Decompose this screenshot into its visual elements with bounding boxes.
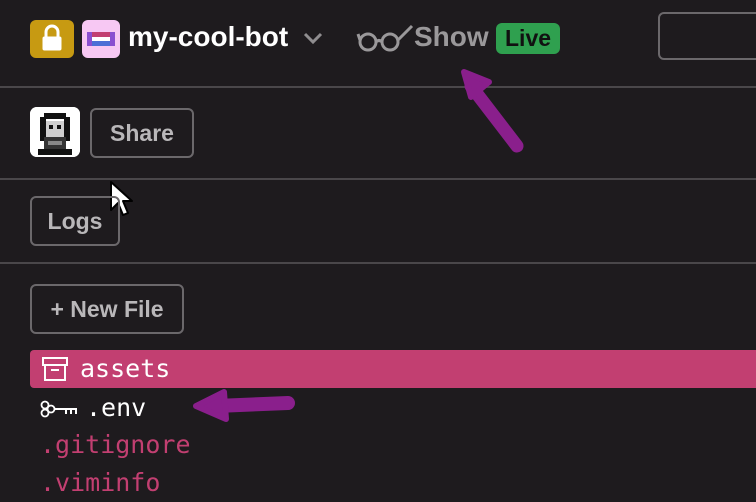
share-button[interactable]: Share xyxy=(90,108,194,158)
divider xyxy=(0,86,756,88)
show-button[interactable]: Show xyxy=(414,20,489,54)
archive-icon xyxy=(42,357,68,381)
glasses-icon[interactable] xyxy=(356,20,414,54)
user-pixel-avatar-icon xyxy=(30,107,80,157)
live-status-badge: Live xyxy=(496,23,561,54)
file-name: .gitignore xyxy=(40,430,191,459)
new-file-button[interactable]: + New File xyxy=(30,284,184,334)
file-item-assets[interactable]: assets xyxy=(30,350,756,388)
search-input[interactable] xyxy=(658,12,756,60)
project-name[interactable]: my-cool-bot xyxy=(128,20,288,54)
file-name: .env xyxy=(86,393,147,422)
logs-button[interactable]: Logs xyxy=(30,196,120,246)
file-name: .viminfo xyxy=(40,468,161,497)
annotation-arrow-show xyxy=(461,69,524,153)
annotation-arrow-env xyxy=(193,389,295,422)
project-avatar-icon xyxy=(87,32,115,46)
key-icon xyxy=(40,400,77,418)
lock-icon xyxy=(42,24,62,51)
private-lock-button[interactable] xyxy=(30,20,74,58)
divider xyxy=(0,262,756,264)
project-avatar[interactable] xyxy=(82,20,120,58)
file-name: assets xyxy=(80,354,171,383)
chevron-down-icon[interactable] xyxy=(302,30,324,46)
user-avatar[interactable] xyxy=(30,107,80,157)
